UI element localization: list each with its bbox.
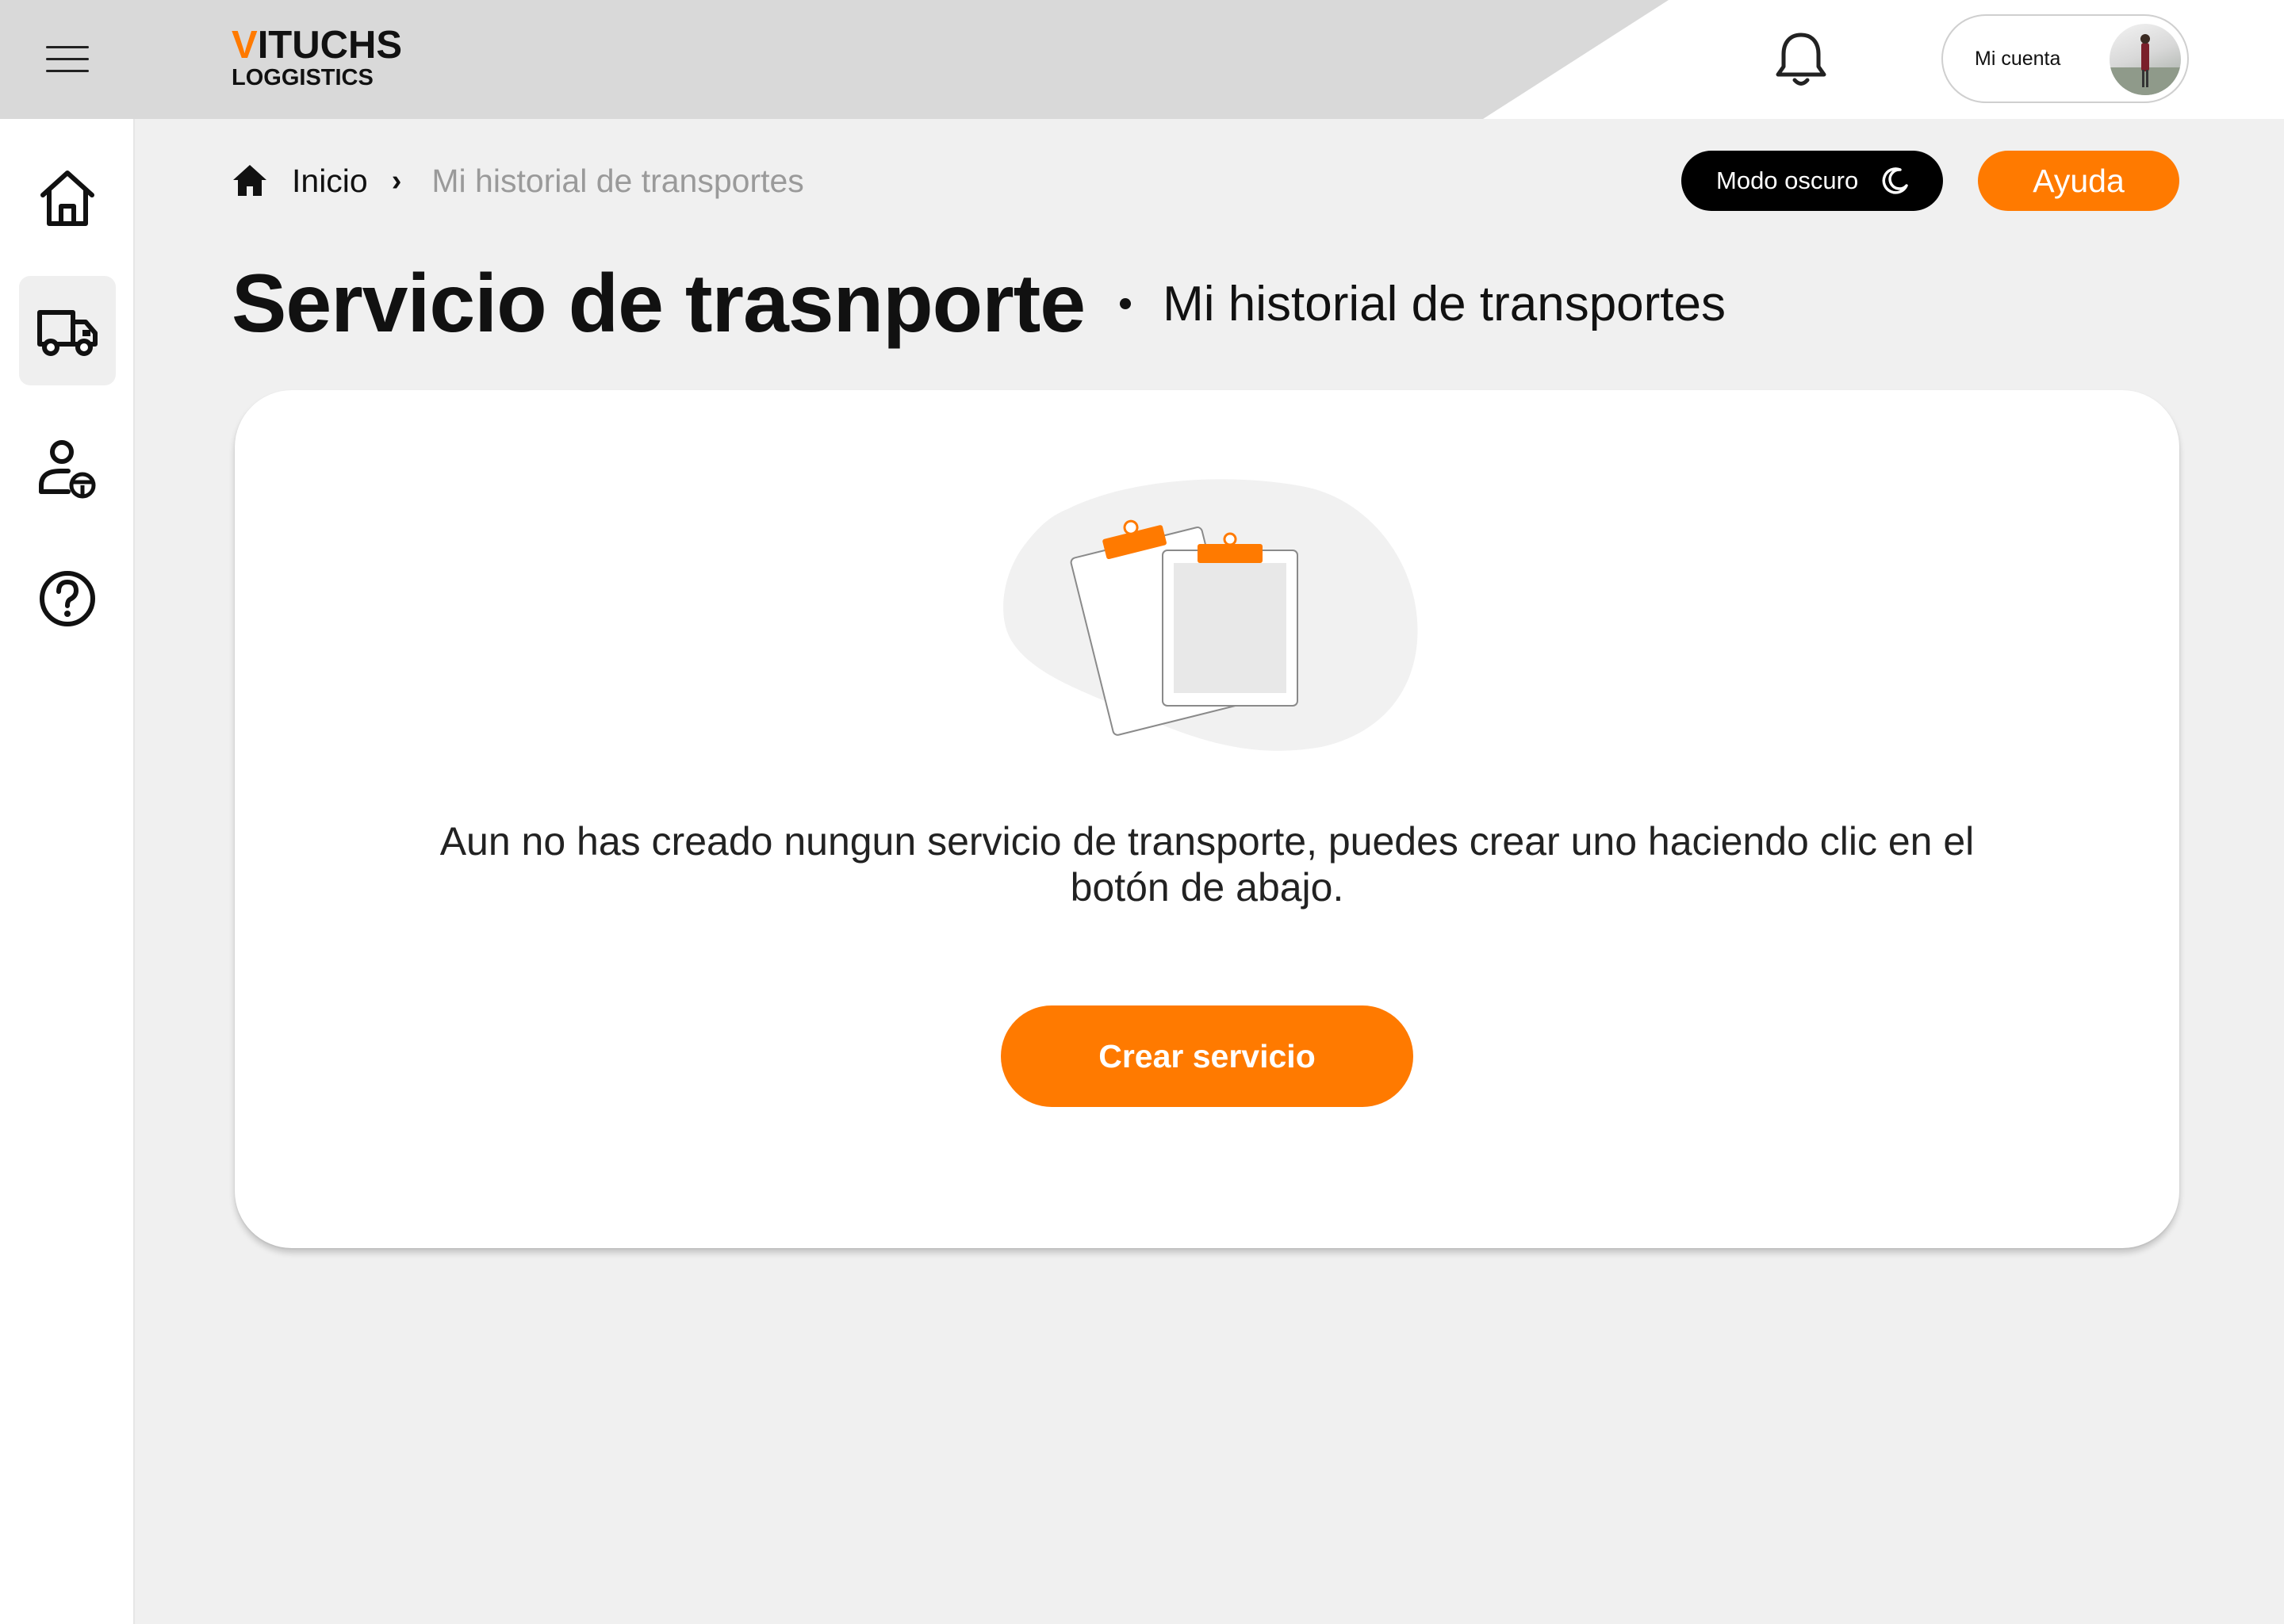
- brand-name: VITUCHS: [232, 24, 403, 67]
- sidebar: [0, 119, 135, 1624]
- dark-mode-button[interactable]: Modo oscuro: [1681, 151, 1943, 211]
- empty-state-card: Aun no has creado nungun servicio de tra…: [235, 390, 2179, 1248]
- breadcrumb: Inicio › Mi historial de transportes: [232, 159, 804, 203]
- sidebar-item-transport[interactable]: [19, 276, 116, 385]
- create-service-button[interactable]: Crear servicio: [1001, 1005, 1413, 1107]
- driver-icon: [39, 440, 96, 499]
- menu-icon[interactable]: [46, 43, 89, 75]
- clipboards-illustration: [1003, 479, 1418, 751]
- help-circle-icon: [40, 571, 95, 626]
- sidebar-item-help[interactable]: [19, 544, 116, 653]
- top-bar: VITUCHS LOGGISTICS Mi cuenta: [0, 0, 2284, 119]
- dark-mode-label: Modo oscuro: [1716, 167, 1859, 194]
- breadcrumb-home-link[interactable]: Inicio: [292, 163, 368, 200]
- avatar: [2110, 24, 2181, 95]
- sidebar-item-driver[interactable]: [19, 412, 116, 522]
- page-title: Servicio de trasnporte: [232, 257, 1086, 350]
- brand-subtitle: LOGGISTICS: [232, 65, 374, 90]
- breadcrumb-home-icon[interactable]: [232, 163, 268, 199]
- account-label: Mi cuenta: [1975, 48, 2061, 70]
- sidebar-item-home[interactable]: [19, 143, 116, 252]
- page-header: Servicio de trasnporte Mi historial de t…: [232, 252, 1726, 355]
- truck-icon: [37, 310, 98, 356]
- breadcrumb-chevron-icon: ›: [391, 163, 402, 197]
- empty-state-message: Aun no has creado nungun servicio de tra…: [439, 819, 1975, 910]
- home-icon: [40, 170, 94, 226]
- moon-icon: [1882, 167, 1908, 194]
- account-button[interactable]: Mi cuenta: [1941, 14, 2189, 103]
- page-subtitle: Mi historial de transportes: [1163, 276, 1726, 331]
- brand-logo[interactable]: VITUCHS LOGGISTICS: [232, 24, 402, 90]
- breadcrumb-current: Mi historial de transportes: [431, 162, 804, 199]
- notification-bell-icon[interactable]: [1773, 30, 1829, 90]
- help-button[interactable]: Ayuda: [1978, 151, 2179, 211]
- title-separator-dot: [1120, 298, 1132, 309]
